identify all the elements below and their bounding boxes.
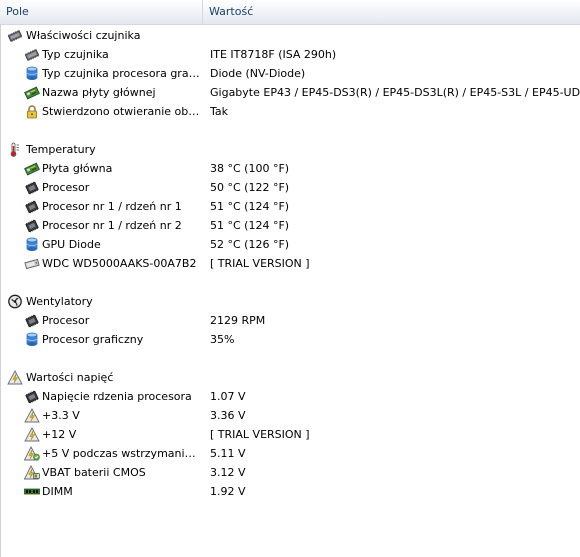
item-value: 5.11 V — [210, 447, 246, 460]
cpu-icon — [24, 180, 40, 195]
database-gpu-icon — [24, 66, 40, 81]
fan-icon — [7, 294, 23, 309]
column-header-pole[interactable]: Pole — [0, 0, 203, 24]
sensor-tree: Właściwości czujnika Typ czujnika ITE IT87… — [0, 26, 580, 501]
item-value: 51 °C (124 °F) — [210, 219, 290, 232]
item-label: WDC WD5000AAKS-00A7B2 — [42, 257, 197, 270]
voltage-standby-icon — [24, 446, 40, 461]
item-value: Gigabyte EP43 / EP45-DS3(R) / EP45-DS3L(… — [210, 86, 580, 99]
hard-drive-icon — [24, 256, 40, 271]
column-header: Pole Wartość — [0, 0, 580, 25]
item-value: 35% — [210, 333, 235, 346]
item-label: Procesor nr 1 / rdzeń nr 1 — [42, 200, 182, 213]
list-item[interactable]: Napięcie rdzenia procesora 1.07 V — [0, 387, 580, 406]
item-value: 50 °C (122 °F) — [210, 181, 290, 194]
item-value: Diode (NV-Diode) — [210, 67, 306, 80]
battery-icon — [24, 465, 40, 480]
list-item[interactable]: +12 V [ TRIAL VERSION ] — [0, 425, 580, 444]
cpu-icon — [24, 218, 40, 233]
list-item[interactable]: WDC WD5000AAKS-00A7B2 [ TRIAL VERSION ] — [0, 254, 580, 273]
list-item[interactable]: Typ czujnika ITE IT8718F (ISA 290h) — [0, 45, 580, 64]
item-label: GPU Diode — [42, 238, 101, 251]
list-item[interactable]: Typ czujnika procesora grafi... Diode (NV… — [0, 64, 580, 83]
item-value: [ TRIAL VERSION ] — [210, 428, 310, 441]
item-value: 2129 RPM — [210, 314, 266, 327]
item-value: [ TRIAL VERSION ] — [210, 257, 310, 270]
list-item[interactable]: Płyta główna 38 °C (100 °F) — [0, 159, 580, 178]
cpu-icon — [24, 199, 40, 214]
list-item[interactable]: VBAT baterii CMOS 3.12 V — [0, 463, 580, 482]
item-value: 51 °C (124 °F) — [210, 200, 290, 213]
item-label: +3.3 V — [42, 409, 80, 422]
section-title: Wartości napięć — [26, 371, 114, 384]
item-label: Napięcie rdzenia procesora — [42, 390, 192, 403]
item-label: Typ czujnika — [42, 48, 109, 61]
item-label: Procesor nr 1 / rdzeń nr 2 — [42, 219, 182, 232]
item-value: ITE IT8718F (ISA 290h) — [210, 48, 337, 61]
database-gpu-icon — [24, 237, 40, 252]
motherboard-icon — [24, 161, 40, 176]
item-value: Tak — [210, 105, 229, 118]
list-item[interactable]: +3.3 V 3.36 V — [0, 406, 580, 425]
item-label: Typ czujnika procesora grafi... — [42, 67, 202, 80]
memory-module-icon — [24, 484, 40, 499]
section-title: Wentylatory — [26, 295, 93, 308]
voltage-warning-icon — [24, 408, 40, 423]
list-item[interactable]: GPU Diode 52 °C (126 °F) — [0, 235, 580, 254]
list-item[interactable]: Procesor 50 °C (122 °F) — [0, 178, 580, 197]
cpu-icon — [24, 389, 40, 404]
item-label: VBAT baterii CMOS — [42, 466, 146, 479]
cpu-icon — [24, 313, 40, 328]
item-label: +5 V podczas wstrzymania p... — [42, 447, 202, 460]
section-wlasciwosci-czujnika[interactable]: Właściwości czujnika — [0, 26, 580, 45]
motherboard-icon — [24, 85, 40, 100]
section-wartosci-napiec[interactable]: Wartości napięć — [0, 368, 580, 387]
sensor-chip-icon — [7, 28, 23, 43]
item-label: Procesor graficzny — [42, 333, 144, 346]
list-item[interactable]: DIMM 1.92 V — [0, 482, 580, 501]
padlock-icon — [24, 104, 40, 119]
item-value: 3.12 V — [210, 466, 246, 479]
item-label: +12 V — [42, 428, 77, 441]
list-item[interactable]: Procesor graficzny 35% — [0, 330, 580, 349]
list-item[interactable]: Nazwa płyty głównej Gigabyte EP43 / EP45-… — [0, 83, 580, 102]
item-value: 1.92 V — [210, 485, 246, 498]
column-header-wartosc[interactable]: Wartość — [204, 0, 580, 24]
item-value: 1.07 V — [210, 390, 246, 403]
voltage-warning-icon — [24, 427, 40, 442]
section-title: Właściwości czujnika — [26, 29, 141, 42]
section-temperatury[interactable]: Temperatury — [0, 140, 580, 159]
sensor-chip-icon — [24, 47, 40, 62]
item-label: Nazwa płyty głównej — [42, 86, 156, 99]
item-label: Procesor — [42, 181, 90, 194]
section-wentylatory[interactable]: Wentylatory — [0, 292, 580, 311]
list-item[interactable]: Procesor nr 1 / rdzeń nr 1 51 °C (124 °F) — [0, 197, 580, 216]
item-label: Procesor — [42, 314, 90, 327]
voltage-warning-icon — [7, 370, 23, 385]
list-item[interactable]: Procesor nr 1 / rdzeń nr 2 51 °C (124 °F) — [0, 216, 580, 235]
list-item[interactable]: Stwierdzono otwieranie obu... Tak — [0, 102, 580, 121]
list-item[interactable]: +5 V podczas wstrzymania p... 5.11 V — [0, 444, 580, 463]
database-gpu-icon — [24, 332, 40, 347]
section-title: Temperatury — [26, 143, 96, 156]
item-label: Płyta główna — [42, 162, 113, 175]
item-value: 52 °C (126 °F) — [210, 238, 290, 251]
item-value: 3.36 V — [210, 409, 246, 422]
item-value: 38 °C (100 °F) — [210, 162, 290, 175]
list-item[interactable]: Procesor 2129 RPM — [0, 311, 580, 330]
item-label: DIMM — [42, 485, 73, 498]
thermometer-icon — [7, 142, 23, 157]
item-label: Stwierdzono otwieranie obu... — [42, 105, 202, 118]
